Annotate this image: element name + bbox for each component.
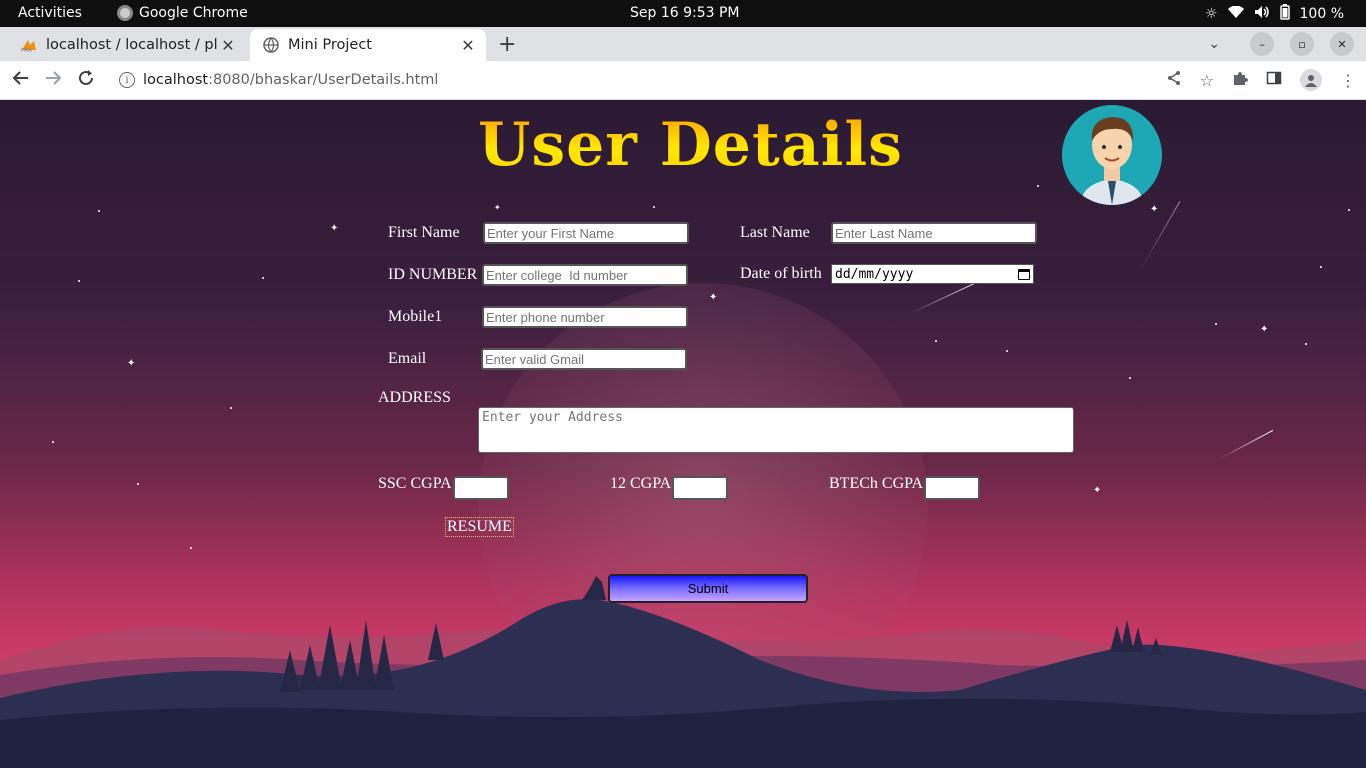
submit-button[interactable]: Submit <box>608 574 808 603</box>
minimize-button[interactable]: – <box>1250 32 1274 56</box>
email-label: Email <box>388 350 427 367</box>
url-host: localhost <box>143 72 209 88</box>
address-bar[interactable]: i localhost:8080/bhaskar/UserDetails.htm… <box>108 65 1202 95</box>
side-panel-icon[interactable] <box>1266 70 1282 90</box>
btech-cgpa-label: BTECh CGPA <box>829 475 924 492</box>
address-textarea[interactable] <box>478 407 1074 453</box>
tab-search-chevron-icon[interactable]: ⌄ <box>1208 36 1220 52</box>
profile-avatar-icon[interactable] <box>1300 69 1322 91</box>
mobile-input[interactable] <box>482 306 688 328</box>
maximize-button[interactable]: ▫ <box>1290 32 1314 56</box>
url-path: :8080/bhaskar/UserDetails.html <box>208 72 439 88</box>
mobile-label: Mobile1 <box>388 308 443 325</box>
battery-percent: 100 % <box>1299 6 1344 22</box>
clock[interactable]: Sep 16 9:53 PM <box>630 5 740 21</box>
app-menu[interactable]: Google Chrome <box>117 5 248 21</box>
chrome-menu-icon[interactable]: ⋮ <box>1340 71 1356 90</box>
brightness-icon: ☼ <box>1204 6 1218 22</box>
volume-icon <box>1254 5 1270 23</box>
tab-phpmyadmin[interactable]: PMA localhost / localhost / plac ✕ <box>8 29 246 61</box>
id-number-input[interactable] <box>482 264 688 286</box>
close-window-button[interactable]: ✕ <box>1330 32 1354 56</box>
app-name-label: Google Chrome <box>139 5 248 21</box>
window-controls: ⌄ – ▫ ✕ <box>1208 32 1354 56</box>
close-tab-icon[interactable]: ✕ <box>458 36 478 55</box>
email-input[interactable] <box>481 348 687 370</box>
dob-label: Date of birth <box>740 265 822 282</box>
reload-icon[interactable] <box>77 69 95 92</box>
system-top-bar: Activities Google Chrome Sep 16 9:53 PM … <box>0 0 1366 27</box>
close-tab-icon[interactable]: ✕ <box>218 36 238 55</box>
extensions-puzzle-icon[interactable] <box>1232 70 1248 90</box>
id-number-label: ID NUMBER <box>388 266 478 283</box>
ssc-cgpa-label: SSC CGPA <box>378 475 452 492</box>
system-tray[interactable]: ☼ 100 % <box>1205 4 1344 24</box>
tab-mini-project[interactable]: Mini Project ✕ <box>250 29 486 61</box>
page-content: ✦ ✦ ✦ ✦ ✦ ✦ ✦ User Details First Name En… <box>0 100 1366 768</box>
ssc-cgpa-input[interactable] <box>453 476 509 500</box>
tab-title: localhost / localhost / plac <box>46 37 218 53</box>
last-name-input[interactable] <box>831 222 1037 244</box>
btech-cgpa-input[interactable] <box>924 476 980 500</box>
page-title: User Details <box>478 110 903 180</box>
site-info-icon[interactable]: i <box>119 72 135 88</box>
share-icon[interactable] <box>1166 70 1182 90</box>
phpmyadmin-icon: PMA <box>20 36 38 54</box>
last-name-label: Last Name <box>740 224 810 241</box>
bookmark-star-icon[interactable]: ☆ <box>1200 71 1214 90</box>
globe-icon <box>262 36 280 54</box>
address-label: ADDRESS <box>378 389 451 406</box>
tab-title: Mini Project <box>288 37 372 53</box>
svg-text:PMA: PMA <box>21 48 32 52</box>
user-avatar <box>1062 105 1162 205</box>
calendar-icon[interactable] <box>1018 268 1030 280</box>
first-name-label: First Name <box>388 224 460 241</box>
forward-arrow-icon[interactable] <box>44 69 62 92</box>
twelfth-cgpa-label: 12 CGPA <box>610 475 672 492</box>
twelfth-cgpa-input[interactable] <box>672 476 728 500</box>
navigation-bar: i localhost:8080/bhaskar/UserDetails.htm… <box>0 61 1366 100</box>
activities-button[interactable]: Activities <box>18 5 82 21</box>
chrome-icon <box>117 5 133 21</box>
back-arrow-icon[interactable] <box>12 69 30 92</box>
dob-input[interactable]: dd/mm/yyyy <box>831 264 1034 284</box>
first-name-input[interactable] <box>483 222 689 244</box>
tab-strip: PMA localhost / localhost / plac ✕ Mini … <box>0 27 1366 61</box>
wifi-icon <box>1227 5 1244 23</box>
dob-placeholder: dd/mm/yyyy <box>835 266 914 282</box>
resume-link[interactable]: RESUME <box>445 517 514 537</box>
new-tab-button[interactable]: + <box>498 32 516 57</box>
battery-icon <box>1279 4 1290 24</box>
toolbar-actions: ☆ ⋮ <box>1166 69 1356 91</box>
